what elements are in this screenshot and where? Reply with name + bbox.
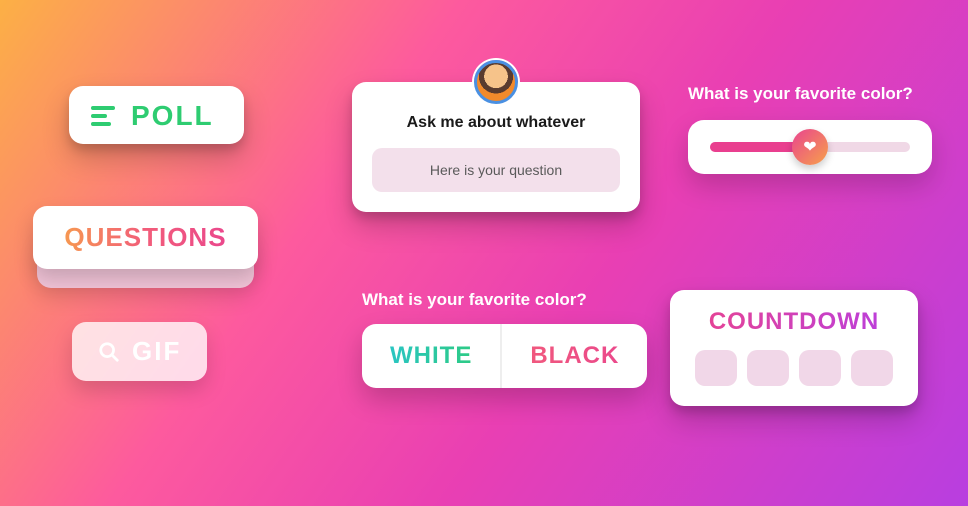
poll-label: POLL: [131, 100, 214, 132]
poll-options-sticker: What is your favorite color? WHITE BLACK: [362, 290, 647, 388]
question-card-title: Ask me about whatever: [372, 114, 620, 132]
gif-sticker[interactable]: GIF: [72, 322, 207, 381]
countdown-digit-slot: [695, 350, 737, 386]
poll-bars-icon: [91, 102, 115, 130]
slider-card[interactable]: ❤: [688, 120, 932, 174]
poll-options-title: What is your favorite color?: [362, 290, 647, 310]
questions-label: QUESTIONS: [51, 222, 240, 253]
poll-sticker[interactable]: POLL: [69, 86, 244, 144]
slider-track[interactable]: ❤: [710, 142, 910, 152]
countdown-digit-slot: [851, 350, 893, 386]
slider-title: What is your favorite color?: [688, 84, 932, 104]
countdown-digit-slot: [747, 350, 789, 386]
search-icon: [98, 341, 120, 363]
avatar: [474, 60, 518, 104]
question-input[interactable]: Here is your question: [372, 148, 620, 192]
countdown-digits: [688, 350, 900, 386]
slider-thumb[interactable]: ❤: [792, 129, 828, 165]
gif-label: GIF: [132, 336, 181, 367]
countdown-label: COUNTDOWN: [688, 308, 900, 336]
question-card[interactable]: Ask me about whatever Here is your quest…: [352, 82, 640, 212]
poll-option-a[interactable]: WHITE: [362, 324, 502, 388]
poll-option-b[interactable]: BLACK: [502, 324, 647, 388]
slider-sticker: What is your favorite color? ❤: [688, 84, 932, 174]
countdown-sticker[interactable]: COUNTDOWN: [670, 290, 918, 406]
questions-sticker[interactable]: QUESTIONS: [33, 206, 258, 269]
countdown-digit-slot: [799, 350, 841, 386]
heart-icon: ❤: [803, 137, 816, 157]
poll-options-card: WHITE BLACK: [362, 324, 647, 388]
